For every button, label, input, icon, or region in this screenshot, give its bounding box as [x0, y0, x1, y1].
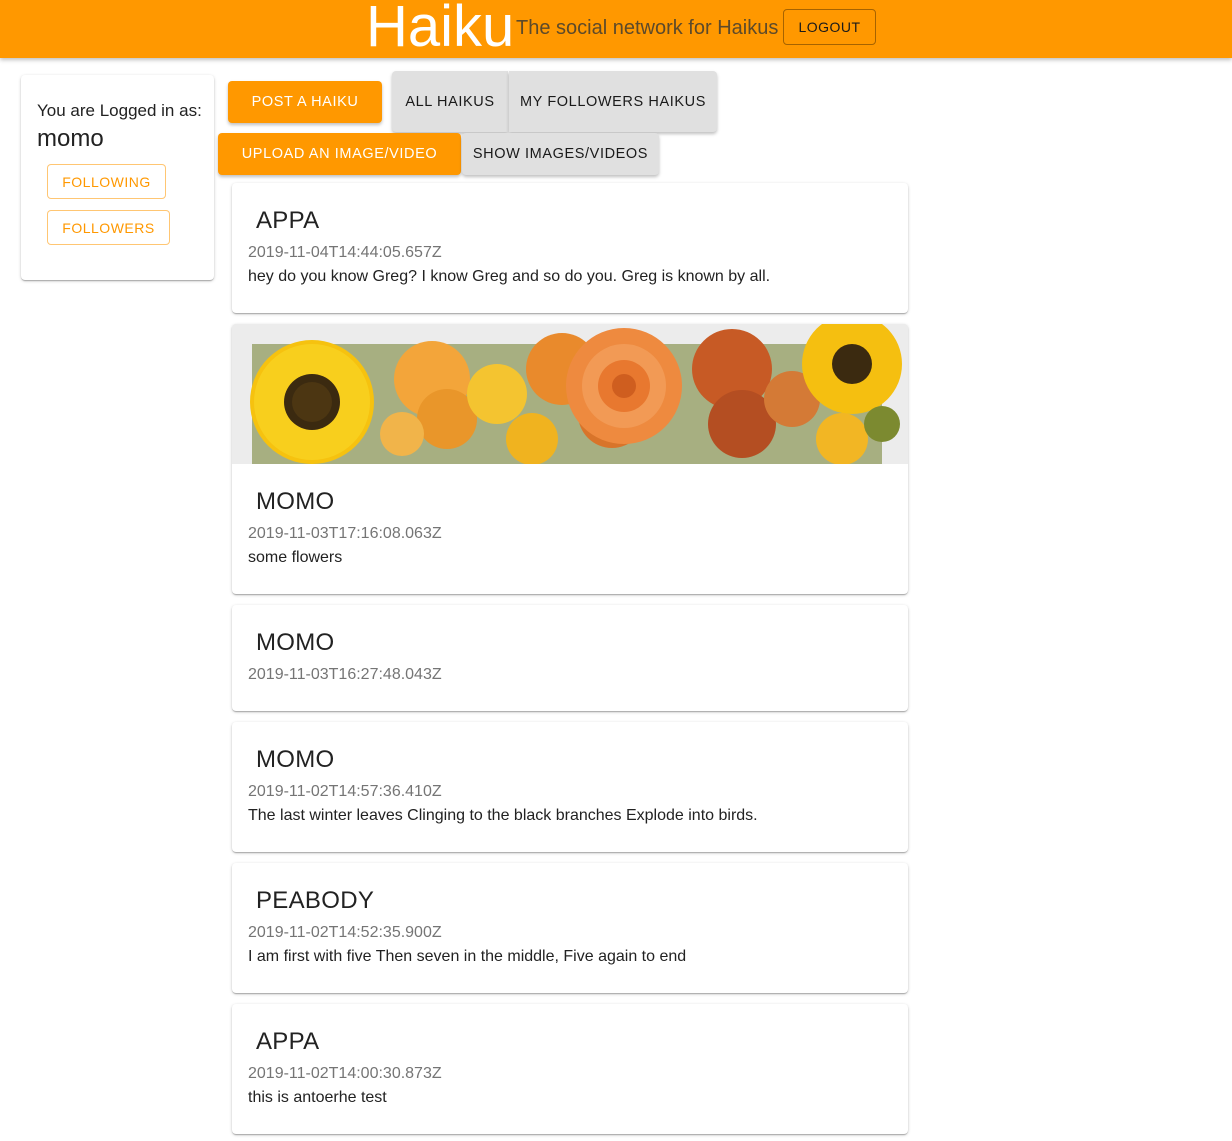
post-author: MOMO	[256, 488, 335, 515]
post-author: PEABODY	[256, 887, 375, 914]
post-text: I am first with five Then seven in the m…	[248, 948, 687, 965]
post-author: APPA	[256, 207, 320, 234]
post-date: 2019-11-03T16:27:48.043Z	[248, 666, 442, 683]
post-card: MOMO 2019-11-03T16:27:48.043Z	[232, 605, 908, 711]
post-date: 2019-11-02T14:52:35.900Z	[248, 924, 442, 941]
post-card: MOMO 2019-11-02T14:57:36.410Z The last w…	[232, 722, 908, 852]
post-date: 2019-11-03T17:16:08.063Z	[248, 525, 442, 542]
post-author: MOMO	[256, 746, 335, 773]
post-card: APPA 2019-11-04T14:44:05.657Z hey do you…	[232, 183, 908, 313]
app-tagline: The social network for Haikus	[516, 17, 779, 39]
show-media-button[interactable]: SHOW IMAGES/VIDEOS	[462, 133, 659, 175]
post-date: 2019-11-04T14:44:05.657Z	[248, 244, 442, 261]
post-text: The last winter leaves Clinging to the b…	[248, 807, 758, 824]
followers-button[interactable]: FOLLOWERS	[47, 210, 170, 245]
flower-bouquet-image	[232, 324, 908, 465]
app-header: Haiku The social network for Haikus LOGO…	[0, 0, 1232, 59]
post-author: APPA	[256, 1028, 320, 1055]
user-info-card: You are Logged in as: momo FOLLOWING FOL…	[21, 75, 214, 280]
logged-in-label: You are Logged in as:	[37, 101, 202, 120]
following-button[interactable]: FOLLOWING	[47, 164, 166, 199]
followers-haikus-button[interactable]: MY FOLLOWERS HAIKUS	[509, 71, 717, 132]
post-haiku-button[interactable]: POST A HAIKU	[228, 81, 382, 123]
post-card: APPA 2019-11-02T14:00:30.873Z this is an…	[232, 1004, 908, 1134]
post-text: some flowers	[248, 549, 343, 566]
post-card: MOMO 2019-11-03T17:16:08.063Z some flowe…	[232, 324, 908, 594]
post-text: hey do you know Greg? I know Greg and so…	[248, 268, 771, 285]
all-haikus-button[interactable]: ALL HAIKUS	[392, 71, 508, 132]
upload-media-button[interactable]: UPLOAD AN IMAGE/VIDEO	[218, 133, 461, 175]
username: momo	[37, 125, 104, 152]
post-text: this is antoerhe test	[248, 1089, 387, 1106]
post-card: PEABODY 2019-11-02T14:52:35.900Z I am fi…	[232, 863, 908, 993]
flower-bouquet-illustration	[232, 324, 908, 465]
post-date: 2019-11-02T14:00:30.873Z	[248, 1065, 442, 1082]
post-author: MOMO	[256, 629, 335, 656]
logout-button[interactable]: LOGOUT	[783, 9, 876, 45]
post-date: 2019-11-02T14:57:36.410Z	[248, 783, 442, 800]
app-title: Haiku	[366, 0, 515, 59]
